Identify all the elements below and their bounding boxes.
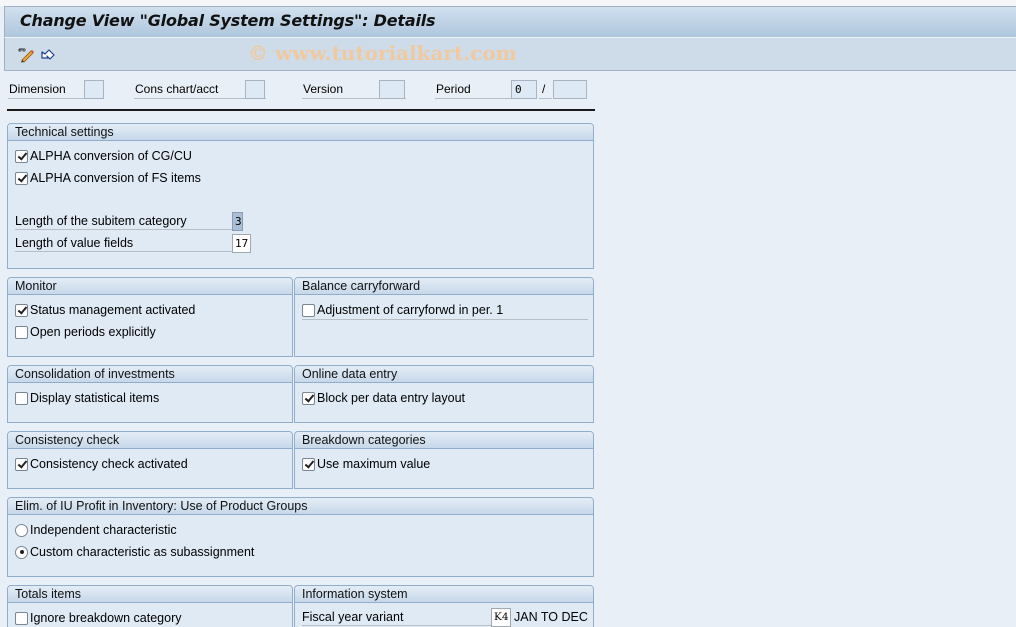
adjustment-carryforward-checkbox[interactable] [302, 303, 315, 317]
totals-items-group: Totals items Ignore breakdown category [7, 585, 293, 627]
alpha-cg-cu-checkbox[interactable] [15, 149, 28, 163]
group-title: Information system [295, 586, 593, 603]
value-length-label: Length of value fields [15, 234, 235, 252]
display-change-icon[interactable] [17, 45, 35, 63]
header-divider [7, 109, 595, 111]
open-periods-checkbox[interactable] [15, 325, 28, 339]
cons-chart-input[interactable] [245, 80, 265, 99]
checkbox-label: Ignore breakdown category [30, 611, 182, 625]
balance-carryforward-group: Balance carryforward Adjustment of carry… [294, 277, 594, 357]
checkbox-label: Block per data entry layout [317, 391, 465, 405]
page-title: Change View "Global System Settings": De… [20, 11, 436, 30]
custom-characteristic-radio[interactable] [15, 545, 28, 559]
radio-label: Custom characteristic as subassignment [30, 545, 255, 559]
fiscal-year-input[interactable] [553, 80, 587, 99]
consistency-check-checkbox-row[interactable]: Consistency check activated [15, 456, 188, 472]
monitor-group: Monitor Status management activated Open… [7, 277, 293, 357]
radio-label: Independent characteristic [30, 523, 177, 537]
information-system-group: Information system Fiscal year variant K… [294, 585, 594, 627]
fiscal-year-variant-description: JAN TO DEC [514, 610, 588, 624]
period-input[interactable]: 0 [511, 80, 537, 99]
group-title: Breakdown categories [295, 432, 593, 449]
group-title: Technical settings [8, 124, 593, 141]
value-length-input[interactable]: 17 [232, 234, 251, 253]
version-input[interactable] [379, 80, 405, 99]
use-max-value-checkbox-row[interactable]: Use maximum value [302, 456, 430, 472]
period-separator: / [539, 80, 552, 99]
custom-characteristic-radio-row[interactable]: Custom characteristic as subassignment [15, 544, 254, 560]
fiscal-year-variant-label: Fiscal year variant [302, 608, 492, 626]
status-management-checkbox[interactable] [15, 303, 28, 317]
group-title: Monitor [8, 278, 292, 295]
checkbox-label: Display statistical items [30, 391, 160, 405]
adjustment-carryforward-checkbox-row[interactable]: Adjustment of carryforwd in per. 1 [302, 302, 503, 318]
fiscal-year-variant-input[interactable]: K4 [491, 608, 511, 627]
independent-characteristic-radio[interactable] [15, 523, 28, 537]
title-bar: Change View "Global System Settings": De… [4, 6, 1016, 37]
subitem-length-value: 3 [232, 212, 243, 231]
application-toolbar: © www.tutorialkart.com [4, 37, 1016, 71]
checkbox-label: Open periods explicitly [30, 325, 156, 339]
block-layout-checkbox[interactable] [302, 391, 315, 405]
use-max-value-checkbox[interactable] [302, 457, 315, 471]
checkbox-label: Consistency check activated [30, 457, 188, 471]
group-title: Online data entry [295, 366, 593, 383]
group-title: Consolidation of investments [8, 366, 292, 383]
consolidation-investments-group: Consolidation of investments Display sta… [7, 365, 293, 423]
alpha-cg-cu-checkbox-row[interactable]: ALPHA conversion of CG/CU [15, 148, 192, 164]
watermark: © www.tutorialkart.com [248, 41, 517, 65]
ignore-breakdown-checkbox[interactable] [15, 611, 28, 625]
group-title: Elim. of IU Profit in Inventory: Use of … [8, 498, 593, 515]
checkbox-label: Status management activated [30, 303, 196, 317]
group-title: Balance carryforward [295, 278, 593, 295]
display-statistical-checkbox-row[interactable]: Display statistical items [15, 390, 159, 406]
online-data-entry-group: Online data entry Block per data entry l… [294, 365, 594, 423]
technical-settings-group: Technical settings ALPHA conversion of C… [7, 123, 594, 269]
group-title: Consistency check [8, 432, 292, 449]
block-layout-checkbox-row[interactable]: Block per data entry layout [302, 390, 465, 406]
subitem-length-label: Length of the subitem category [15, 212, 235, 230]
status-management-checkbox-row[interactable]: Status management activated [15, 302, 195, 318]
checkbox-label: ALPHA conversion of FS items [30, 171, 201, 185]
display-statistical-checkbox[interactable] [15, 391, 28, 405]
undo-icon[interactable] [39, 45, 57, 63]
consistency-check-group: Consistency check Consistency check acti… [7, 431, 293, 489]
consistency-check-checkbox[interactable] [15, 457, 28, 471]
alpha-fs-items-checkbox[interactable] [15, 171, 28, 185]
checkbox-label: ALPHA conversion of CG/CU [30, 149, 192, 163]
elim-iu-profit-group: Elim. of IU Profit in Inventory: Use of … [7, 497, 594, 577]
ignore-breakdown-checkbox-row[interactable]: Ignore breakdown category [15, 610, 181, 626]
open-periods-checkbox-row[interactable]: Open periods explicitly [15, 324, 156, 340]
alpha-fs-items-checkbox-row[interactable]: ALPHA conversion of FS items [15, 170, 201, 186]
independent-characteristic-radio-row[interactable]: Independent characteristic [15, 522, 177, 538]
checkbox-label: Adjustment of carryforwd in per. 1 [317, 303, 504, 317]
field-underline [302, 319, 588, 320]
group-title: Totals items [8, 586, 292, 603]
checkbox-label: Use maximum value [317, 457, 431, 471]
dimension-input[interactable] [84, 80, 104, 99]
breakdown-categories-group: Breakdown categories Use maximum value [294, 431, 594, 489]
